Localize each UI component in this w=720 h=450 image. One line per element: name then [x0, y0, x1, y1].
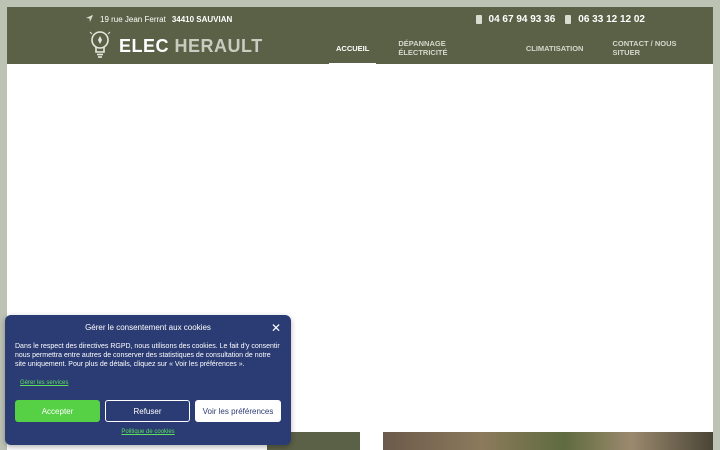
phone-icon — [475, 14, 482, 24]
logo-word-1: ELEC — [119, 35, 170, 56]
phone-2-number[interactable]: 06 33 12 12 02 — [578, 14, 645, 25]
cookie-title: Gérer le consentement aux cookies — [85, 323, 211, 332]
manage-services-link[interactable]: Gérer les services — [20, 380, 68, 386]
preferences-button[interactable]: Voir les préférences — [195, 400, 281, 422]
nav-item-depannage[interactable]: DÉPANNAGE ÉLECTRICITÉ — [391, 39, 504, 57]
address-street: 19 rue Jean Ferrat — [100, 14, 166, 24]
top-bar: 19 rue Jean Ferrat 34410 SAUVIAN 04 67 9… — [85, 11, 645, 27]
nav-item-contact[interactable]: CONTACT / NOUS SITUER — [605, 39, 713, 57]
logo-text: ELEC HERAULT — [119, 36, 263, 57]
phone-1[interactable]: 04 67 94 93 36 — [475, 14, 556, 25]
phone-1-number[interactable]: 04 67 94 93 36 — [489, 14, 556, 25]
cookie-text: Dans le respect des directives RGPD, nou… — [15, 343, 280, 368]
close-icon[interactable]: ✕ — [271, 321, 281, 335]
address: 19 rue Jean Ferrat 34410 SAUVIAN — [85, 14, 232, 25]
section-photo — [383, 432, 713, 450]
logo-word-2: HERAULT — [174, 35, 263, 56]
site-header: 19 rue Jean Ferrat 34410 SAUVIAN 04 67 9… — [7, 7, 713, 64]
phone-numbers: 04 67 94 93 36 06 33 12 12 02 — [475, 14, 645, 25]
cookie-policy-link[interactable]: Politique de cookies — [5, 429, 291, 435]
mobile-phone-icon — [565, 14, 572, 24]
address-city: 34410 SAUVIAN — [171, 14, 233, 24]
accept-button[interactable]: Accepter — [15, 400, 100, 422]
phone-2[interactable]: 06 33 12 12 02 — [565, 14, 645, 25]
site-logo[interactable]: ELEC HERAULT — [89, 30, 263, 62]
lightbulb-logo-icon — [89, 29, 111, 64]
cookie-consent-banner: Gérer le consentement aux cookies ✕ Dans… — [5, 315, 291, 445]
main-nav: ACCUEIL DÉPANNAGE ÉLECTRICITÉ CLIMATISAT… — [329, 38, 713, 64]
nav-item-climatisation[interactable]: CLIMATISATION — [519, 44, 591, 53]
nav-item-accueil[interactable]: ACCUEIL — [329, 44, 377, 64]
location-arrow-icon — [85, 14, 94, 25]
refuse-button[interactable]: Refuser — [105, 400, 190, 422]
